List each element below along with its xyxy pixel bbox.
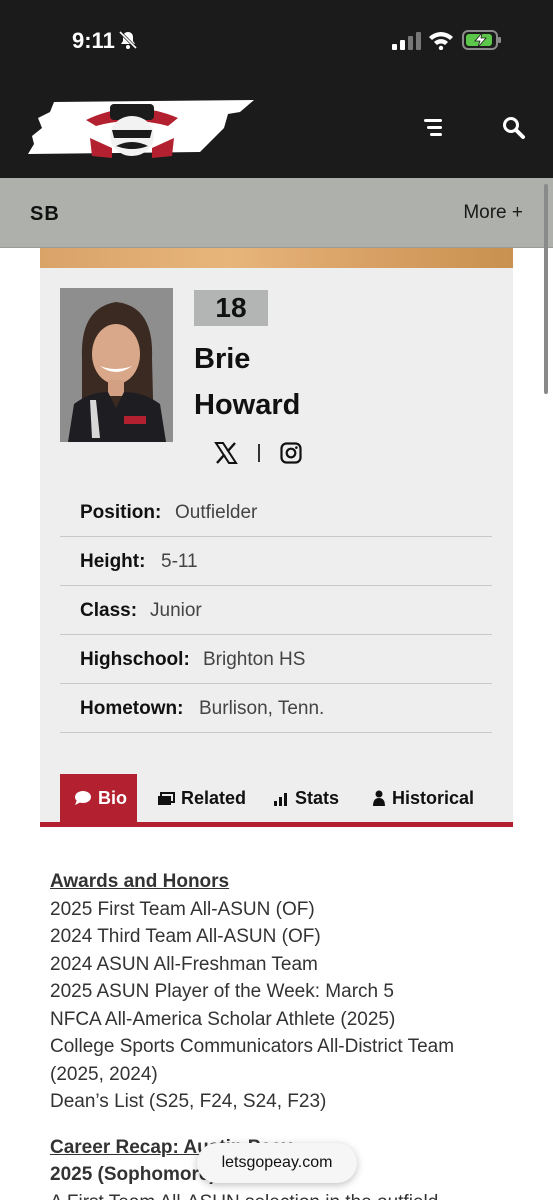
info-row-height: Height: 5-11 — [60, 537, 492, 586]
menu-button[interactable] — [422, 116, 448, 138]
tab-stats[interactable]: Stats — [273, 774, 339, 822]
tab-label: Related — [181, 788, 247, 808]
search-icon[interactable] — [502, 116, 526, 140]
info-label: Highschool: — [80, 649, 190, 670]
signal-icon — [392, 32, 421, 50]
player-last-name: Howard — [194, 389, 301, 421]
battery-charging-icon — [462, 30, 501, 50]
tab-label: Historical — [392, 788, 475, 808]
team-logo[interactable] — [28, 98, 256, 158]
award-item: 2024 Third Team All-ASUN (OF) — [50, 926, 321, 947]
browser-url-bar[interactable]: letsgopeay.com — [197, 1143, 357, 1183]
info-value: Burlison, Tenn. — [199, 698, 325, 719]
award-item: NFCA All-America Scholar Athlete (2025) — [50, 1008, 396, 1030]
player-first-name: Brie — [194, 343, 251, 375]
hero-image-strip — [40, 248, 513, 268]
info-label: Position: — [80, 502, 162, 523]
award-item: 2025 First Team All-ASUN (OF) — [50, 898, 315, 920]
tab-label: Stats — [295, 788, 340, 808]
social-divider — [258, 444, 260, 462]
info-value: Junior — [150, 600, 202, 621]
tab-related[interactable]: Related — [157, 774, 246, 822]
wifi-icon — [429, 32, 453, 50]
comment-icon — [75, 791, 91, 805]
award-item: Dean’s List (S25, F24, S24, F23) — [50, 1091, 327, 1112]
images-icon — [158, 792, 175, 805]
tab-historical[interactable]: Historical — [372, 774, 474, 822]
scrollbar[interactable] — [544, 184, 548, 394]
recap-paragraph: A First Team All-ASUN selection in the o… — [50, 1189, 500, 1200]
bell-muted-icon — [118, 30, 138, 50]
info-label: Class: — [80, 600, 138, 621]
tab-underline — [40, 822, 513, 827]
award-item: 2024 ASUN All-Freshman Team — [50, 953, 318, 975]
jersey-number: 18 — [194, 290, 268, 326]
more-menu-button[interactable]: More + — [463, 202, 523, 224]
award-item: 2025 ASUN Player of the Week: March 5 — [50, 981, 394, 1002]
player-headshot — [60, 288, 173, 442]
bar-chart-icon — [274, 793, 287, 806]
info-value: Outfielder — [175, 502, 258, 523]
sport-title: SB — [30, 203, 60, 225]
info-row-class: Class: Junior — [60, 586, 492, 635]
info-value: Brighton HS — [203, 649, 306, 670]
info-label: Height: — [80, 551, 146, 572]
profile-tabs: Bio Related Stats Historical — [40, 774, 513, 822]
instagram-icon[interactable] — [280, 442, 302, 464]
award-item: College Sports Communicators All-Distric… — [50, 1036, 455, 1085]
site-header: 9:11 — [0, 0, 553, 178]
info-value: 5-11 — [161, 551, 198, 572]
info-row-hometown: Hometown: Burlison, Tenn. — [60, 684, 492, 733]
user-icon — [373, 790, 385, 806]
awards-heading: Awards and Honors — [50, 871, 230, 892]
tab-bio[interactable]: Bio — [60, 774, 137, 822]
tab-label: Bio — [98, 788, 127, 808]
info-label: Hometown: — [80, 698, 184, 719]
x-icon[interactable] — [214, 441, 238, 465]
status-time: 9:11 — [72, 28, 115, 53]
info-row-position: Position: Outfielder — [60, 488, 492, 537]
info-row-highschool: Highschool: Brighton HS — [60, 635, 492, 684]
